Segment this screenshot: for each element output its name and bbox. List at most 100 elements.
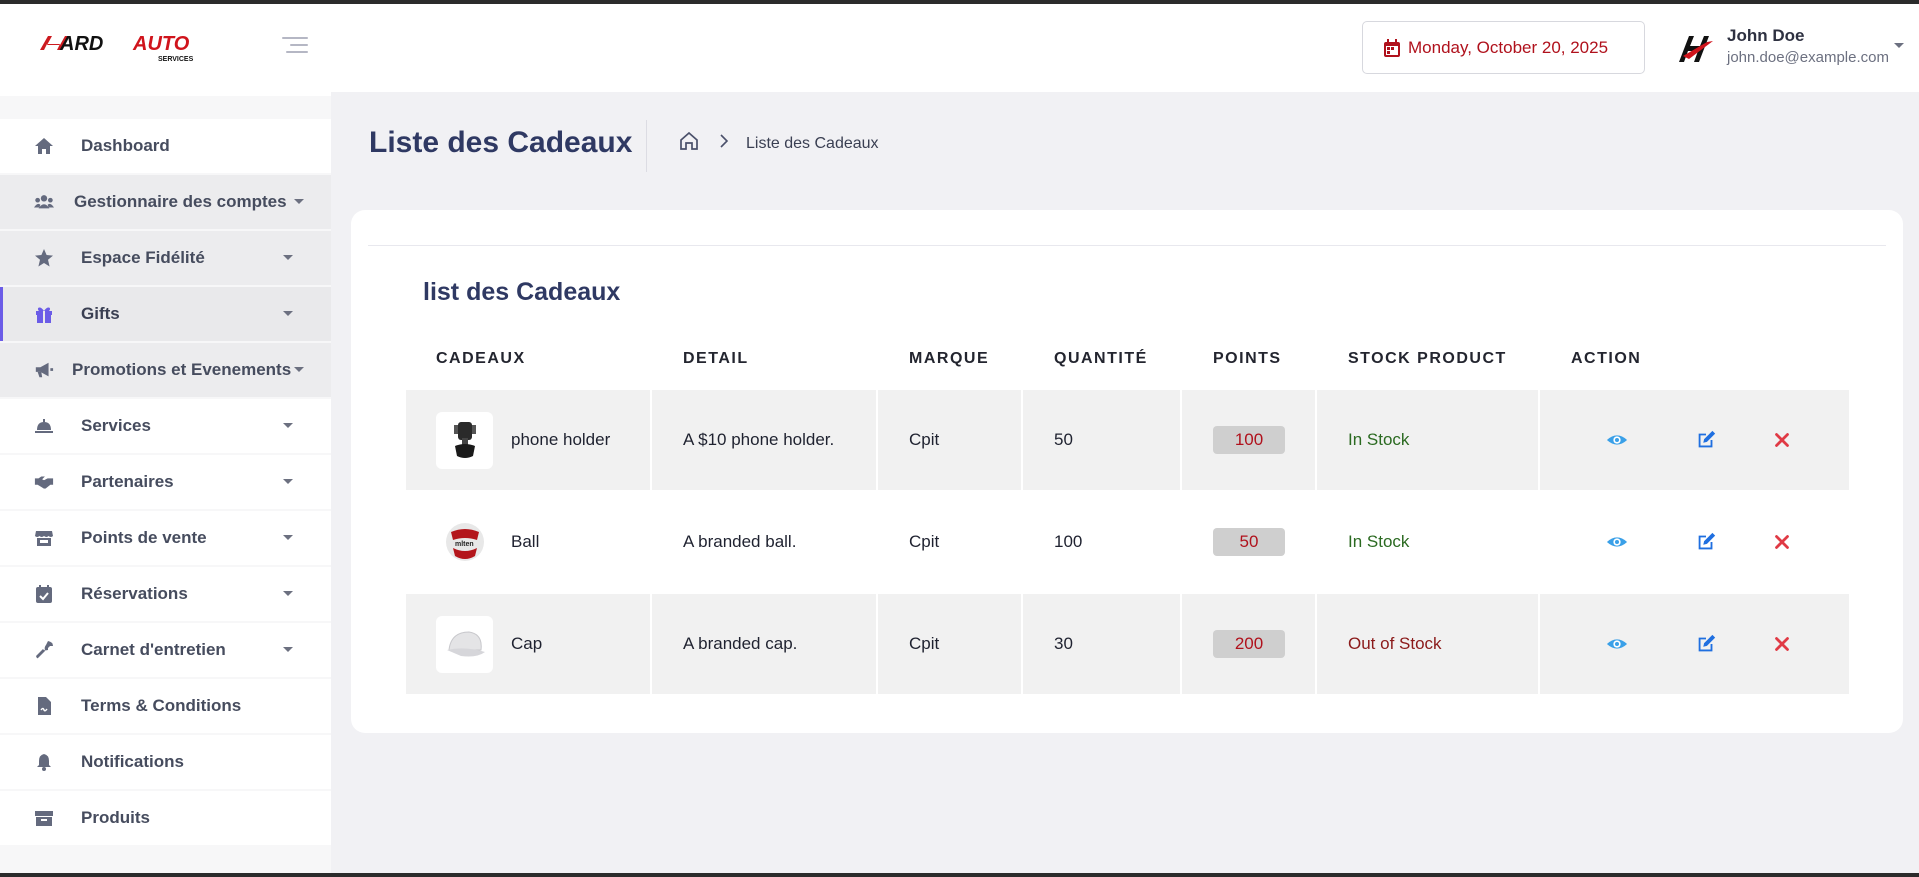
chevron-down-icon <box>283 255 293 260</box>
column-header-quantite: QUANTITÉ <box>1054 350 1148 367</box>
cell-gift: phone holder <box>406 390 650 490</box>
cell-stock: Out of Stock <box>1317 594 1538 694</box>
card-divider <box>368 245 1886 246</box>
sidebar-item-gifts[interactable]: Gifts <box>0 287 331 341</box>
date-text: Monday, October 20, 2025 <box>1408 37 1609 57</box>
sidebar-item-label: Gestionnaire des comptes <box>74 192 287 211</box>
sidebar-item-notifications[interactable]: Notifications <box>0 735 331 789</box>
user-menu[interactable]: John Doe john.doe@example.com <box>1677 26 1889 66</box>
gift-icon <box>33 304 55 324</box>
ball-image: mlten <box>436 513 493 571</box>
sidebar-item-partenaires[interactable]: Partenaires <box>0 455 331 509</box>
sidebar-item-label: Gifts <box>81 304 120 323</box>
column-header-detail: DETAIL <box>683 350 749 367</box>
edit-icon[interactable] <box>1694 530 1718 554</box>
cell-gift: mlten Ball <box>406 492 650 592</box>
column-header-stock: STOCK PRODUCT <box>1348 350 1507 367</box>
chevron-down-icon <box>283 311 293 316</box>
sidebar-item-carnet[interactable]: Carnet d'entretien <box>0 623 331 677</box>
view-icon[interactable] <box>1605 530 1629 554</box>
calendar-icon <box>1384 38 1400 57</box>
sidebar-item-points-de-vente[interactable]: Points de vente <box>0 511 331 565</box>
handshake-icon <box>33 472 55 492</box>
table-header: CADEAUX DETAIL MARQUE QUANTITÉ POINTS ST… <box>406 330 1849 390</box>
user-name: John Doe <box>1727 26 1805 45</box>
sidebar-item-label: Promotions et Evenements <box>72 360 292 379</box>
chevron-right-icon <box>700 134 746 153</box>
cell-quantity: 30 <box>1023 594 1180 694</box>
column-header-marque: MARQUE <box>909 350 990 367</box>
breadcrumb: Liste des Cadeaux <box>678 130 879 157</box>
gift-name: Ball <box>511 532 540 551</box>
calendar-check-icon <box>33 584 55 604</box>
sidebar: ARD AUTO SERVICES Dashboard Gestionnaire… <box>0 4 331 873</box>
sidebar-item-reservations[interactable]: Réservations <box>0 567 331 621</box>
home-icon[interactable] <box>678 130 700 157</box>
points-badge: 50 <box>1213 528 1285 556</box>
wrench-icon <box>33 640 55 660</box>
sidebar-item-label: Espace Fidélité <box>81 248 205 267</box>
card-title: list des Cadeaux <box>423 278 621 306</box>
sidebar-nav: Dashboard Gestionnaire des comptes Espac… <box>0 119 331 847</box>
cell-gift: Cap <box>406 594 650 694</box>
sidebar-item-accounts[interactable]: Gestionnaire des comptes <box>0 175 331 229</box>
sidebar-item-label: Terms & Conditions <box>81 696 242 715</box>
sidebar-item-services[interactable]: Services <box>0 399 331 453</box>
cell-detail: A $10 phone holder. <box>652 390 876 490</box>
sidebar-item-label: Partenaires <box>81 472 174 491</box>
star-icon <box>33 248 55 268</box>
edit-icon[interactable] <box>1694 632 1718 656</box>
service-bell-icon <box>33 416 55 436</box>
table-row: Cap A branded cap. Cpit 30 200 Out of St… <box>406 594 1849 694</box>
cell-actions <box>1540 492 1849 592</box>
cell-quantity: 100 <box>1054 532 1083 551</box>
sidebar-item-label: Dashboard <box>81 136 170 155</box>
points-badge: 100 <box>1213 426 1285 454</box>
svg-text:mlten: mlten <box>455 541 474 548</box>
sidebar-item-dashboard[interactable]: Dashboard <box>0 119 331 173</box>
cell-actions <box>1540 390 1849 490</box>
svg-text:AUTO: AUTO <box>132 33 190 55</box>
page-title: Liste des Cadeaux <box>369 126 633 159</box>
cell-detail: A branded cap. <box>652 594 876 694</box>
brand-logo[interactable]: ARD AUTO SERVICES <box>38 30 213 70</box>
file-contract-icon <box>33 696 55 716</box>
chevron-down-icon <box>294 367 304 372</box>
chevron-down-icon <box>283 535 293 540</box>
cell-points: 200 <box>1182 594 1315 694</box>
chevron-down-icon[interactable] <box>1894 43 1904 48</box>
sidebar-item-fidelite[interactable]: Espace Fidélité <box>0 231 331 285</box>
cell-detail: A branded ball. <box>683 532 797 551</box>
sidebar-item-label: Services <box>81 416 151 435</box>
sidebar-item-label: Points de vente <box>81 528 207 547</box>
sidebar-item-label: Notifications <box>81 752 184 771</box>
sidebar-item-promotions[interactable]: Promotions et Evenements <box>0 343 331 397</box>
table-row: phone holder A $10 phone holder. Cpit 50… <box>406 390 1849 490</box>
menu-toggle-icon[interactable] <box>282 37 308 57</box>
chevron-down-icon <box>283 591 293 596</box>
chevron-down-icon <box>283 423 293 428</box>
view-icon[interactable] <box>1605 428 1629 452</box>
title-divider <box>646 120 647 172</box>
chevron-down-icon <box>283 647 293 652</box>
cell-stock: In Stock <box>1317 390 1538 490</box>
view-icon[interactable] <box>1605 632 1629 656</box>
store-icon <box>33 528 55 548</box>
edit-icon[interactable] <box>1694 428 1718 452</box>
phone-holder-image <box>436 411 493 469</box>
date-display[interactable]: Monday, October 20, 2025 <box>1362 21 1645 74</box>
delete-icon[interactable] <box>1770 428 1794 452</box>
sidebar-item-terms[interactable]: Terms & Conditions <box>0 679 331 733</box>
delete-icon[interactable] <box>1770 632 1794 656</box>
sidebar-item-produits[interactable]: Produits <box>0 791 331 845</box>
user-avatar <box>1679 36 1713 62</box>
cell-stock: In Stock <box>1348 532 1410 551</box>
sidebar-item-label: Produits <box>81 808 150 827</box>
cell-points: 100 <box>1182 390 1315 490</box>
cell-quantity: 50 <box>1023 390 1180 490</box>
cell-brand: Cpit <box>878 390 1021 490</box>
column-header-cadeaux: CADEAUX <box>436 350 526 367</box>
delete-icon[interactable] <box>1770 530 1794 554</box>
column-header-action: ACTION <box>1571 350 1642 367</box>
breadcrumb-current: Liste des Cadeaux <box>746 134 879 152</box>
